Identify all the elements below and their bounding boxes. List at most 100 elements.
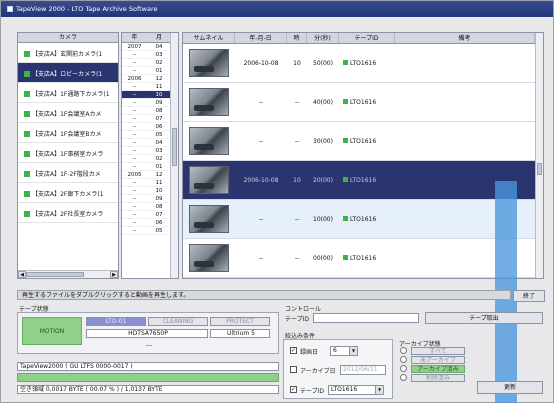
date-cell: 2006-10-08 xyxy=(243,177,279,184)
hour-cell: 10 xyxy=(293,177,301,184)
col-tape-id[interactable]: テープID xyxy=(339,33,395,43)
tape-status-icon xyxy=(343,60,348,65)
camera-status-icon xyxy=(24,91,30,97)
archive-state-radio[interactable] xyxy=(400,347,407,354)
camera-item[interactable]: 【支店A】玄関前カメラ(1 xyxy=(18,43,118,63)
dash-value: --- xyxy=(146,342,153,349)
camera-item[interactable]: 【支店A】1F-2F階段カメ xyxy=(18,163,118,183)
year-cell: -- xyxy=(132,140,137,146)
cleaning-indicator: CLEANING xyxy=(148,317,208,326)
lto-indicator: LTO-01 xyxy=(86,317,146,326)
video-thumbnail[interactable] xyxy=(189,49,229,77)
archive-state-option[interactable]: アーカイブ済み xyxy=(411,365,465,373)
camera-item-label: 【支店A】2F廊下カメラ(1 xyxy=(32,191,104,198)
archive-day-checkbox[interactable] xyxy=(290,366,297,373)
video-thumbnail[interactable] xyxy=(189,244,229,272)
thumbnail-cell xyxy=(183,239,235,277)
video-thumbnail[interactable] xyxy=(189,166,229,194)
archive-state-option[interactable]: すべて xyxy=(411,347,465,355)
device-info: TapeView2000 ( GU LTFS 0000-0017 ) xyxy=(17,362,279,371)
scroll-right-icon[interactable]: ▶ xyxy=(110,271,118,278)
tape-id-checkbox[interactable]: ✓ xyxy=(290,386,297,393)
drive-name: HDTSA7650P xyxy=(86,329,208,338)
camera-item-label: 【支店A】玄関前カメラ(1 xyxy=(32,51,103,58)
table-row[interactable]: -- -- 00(00) LTO1616 xyxy=(183,239,543,278)
archive-day-label: アーカイブ日 xyxy=(300,368,336,375)
archive-state-radio[interactable] xyxy=(400,356,407,363)
scroll-thumb[interactable] xyxy=(26,272,84,277)
year-cell: -- xyxy=(132,132,137,138)
camera-item[interactable]: 【支店A】2F廊下カメラ(1 xyxy=(18,183,118,203)
month-cell: 11 xyxy=(155,180,163,186)
tape-id-select[interactable]: LTO1616 ▼ xyxy=(328,385,384,395)
update-button[interactable]: 更新 xyxy=(477,381,543,394)
month-cell: 10 xyxy=(155,92,163,98)
grid-header: サムネイル 年-月-日 時 分(秒) テープID 備考 xyxy=(183,33,543,44)
camera-item[interactable]: 【支店A】1F会議室Bカメ xyxy=(18,123,118,143)
archive-state-option[interactable]: 削除済み xyxy=(411,374,465,382)
year-cell: -- xyxy=(132,92,137,98)
yearmonth-scrollbar[interactable] xyxy=(170,33,178,278)
thumbnail-cell xyxy=(183,44,235,82)
month-cell: 02 xyxy=(155,60,163,66)
camera-item[interactable]: 【支店A】1F事務室カメラ xyxy=(18,143,118,163)
col-note[interactable]: 備考 xyxy=(395,33,535,43)
month-cell: 06 xyxy=(155,124,163,130)
note-cell xyxy=(395,122,535,160)
archive-state-option[interactable]: 未アーカイブ xyxy=(411,356,465,364)
duration-cell: 20(00) xyxy=(313,177,333,184)
tape-id-label: テープID xyxy=(300,388,325,395)
month-cell: 01 xyxy=(155,164,163,170)
capacity-bar xyxy=(17,373,279,382)
date-cell: 2006-10-08 xyxy=(243,60,279,67)
video-thumbnail[interactable] xyxy=(189,88,229,116)
status-message: 再生するファイルをダブルクリックすると動画を再生します。 xyxy=(17,290,511,300)
hour-cell: 10 xyxy=(293,60,301,67)
table-row[interactable]: 2006-10-08 10 20(00) LTO1616 xyxy=(183,161,543,200)
col-hour[interactable]: 時 xyxy=(287,33,307,43)
yearmonth-list: 年 月 2007 04 -- 03 -- 02 -- 01 2006 12 -- 11 -- 10 -- 09… xyxy=(121,32,179,279)
archive-state-radio[interactable] xyxy=(400,365,407,372)
chevron-down-icon: ▼ xyxy=(349,347,357,355)
end-button[interactable]: 終了 xyxy=(513,290,545,302)
control-title: コントロール xyxy=(285,306,322,313)
year-cell: -- xyxy=(132,220,137,226)
month-cell: 05 xyxy=(155,228,163,234)
table-row[interactable]: -- -- 40(00) LTO1616 xyxy=(183,83,543,122)
record-day-select[interactable]: 6 ▼ xyxy=(330,346,358,356)
month-cell: 08 xyxy=(155,204,163,210)
camera-status-icon xyxy=(24,51,30,57)
grid-scrollbar[interactable] xyxy=(535,33,543,278)
note-cell xyxy=(395,44,535,82)
tape-id-cell: LTO1616 xyxy=(339,239,395,277)
col-thumbnail[interactable]: サムネイル xyxy=(183,33,235,43)
camera-item[interactable]: 【支店A】1F通路下カメラ(1 xyxy=(18,83,118,103)
camera-hscrollbar[interactable]: ◀ ▶ xyxy=(18,270,118,278)
table-row[interactable]: -- -- 30(00) LTO1616 xyxy=(183,122,543,161)
camera-item[interactable]: 【支店A】2F社長室カメラ xyxy=(18,203,118,223)
scroll-left-icon[interactable]: ◀ xyxy=(18,271,26,278)
table-row[interactable]: -- -- 10(00) LTO1616 xyxy=(183,200,543,239)
archive-state-radio[interactable] xyxy=(400,374,407,381)
archive-day-field[interactable]: 2012/06/11 xyxy=(340,365,386,375)
control-tape-id-field[interactable] xyxy=(313,313,419,323)
video-thumbnail[interactable] xyxy=(189,127,229,155)
window-title: TapeView 2000 - LTO Tape Archive Softwar… xyxy=(16,5,158,13)
col-date[interactable]: 年-月-日 xyxy=(235,33,287,43)
month-cell: 01 xyxy=(155,68,163,74)
scroll-thumb[interactable] xyxy=(172,128,177,166)
video-thumbnail[interactable] xyxy=(189,205,229,233)
eject-tape-button[interactable]: テープ取出 xyxy=(425,312,543,324)
camera-item[interactable]: 【支店A】ロビーカメラ(1 xyxy=(18,63,118,83)
scroll-thumb[interactable] xyxy=(537,163,542,175)
record-day-checkbox[interactable]: ✓ xyxy=(290,347,297,354)
camera-item[interactable]: 【支店A】1F会議室Aカメ xyxy=(18,103,118,123)
col-duration[interactable]: 分(秒) xyxy=(307,33,339,43)
table-row[interactable]: 2006-10-08 10 50(00) LTO1616 xyxy=(183,44,543,83)
tape-id-cell: LTO1616 xyxy=(339,83,395,121)
year-cell: -- xyxy=(132,84,137,90)
month-cell: 07 xyxy=(155,116,163,122)
year-cell: -- xyxy=(132,148,137,154)
camera-item-label: 【支店A】1F会議室Aカメ xyxy=(32,111,102,118)
year-cell: -- xyxy=(132,196,137,202)
